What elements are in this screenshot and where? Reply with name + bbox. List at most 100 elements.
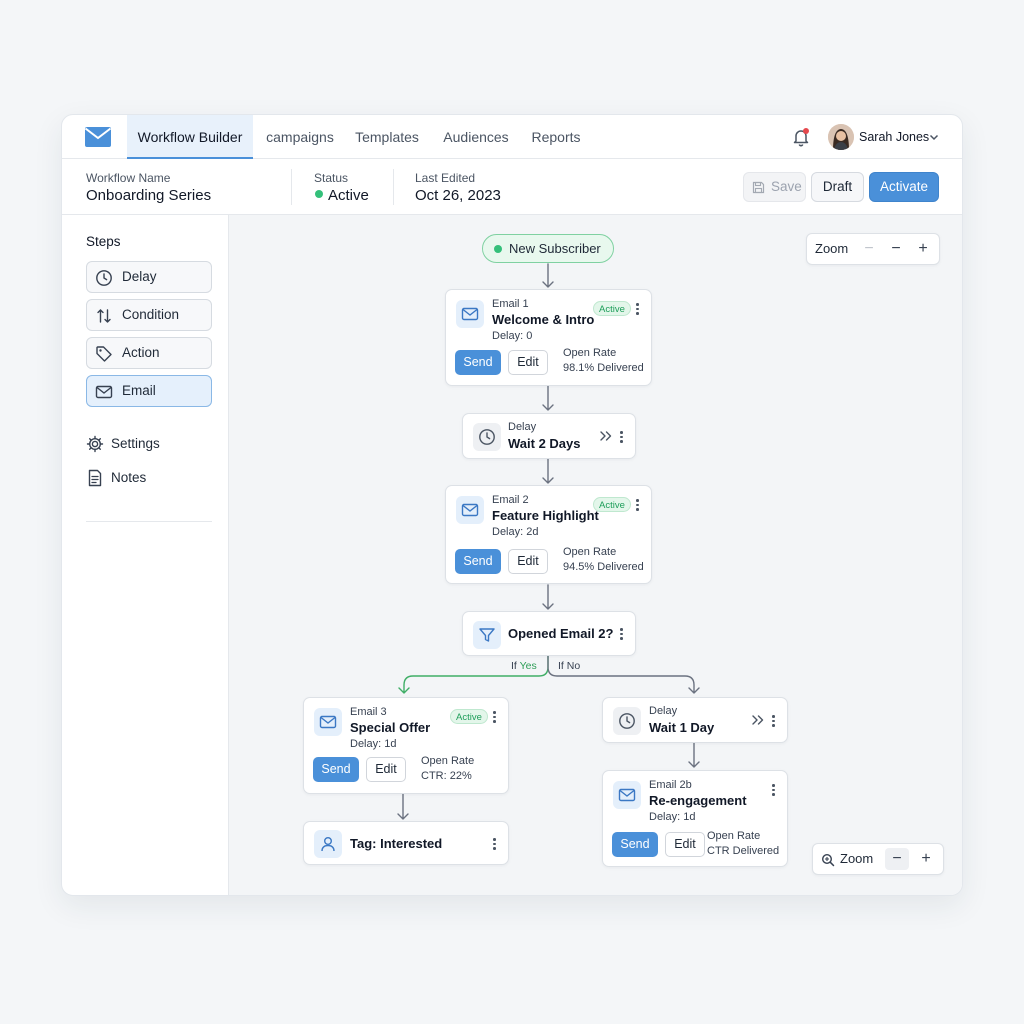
kebab-menu-icon[interactable]: [633, 498, 641, 512]
email-2-send-button[interactable]: Send: [455, 549, 501, 574]
step-condition-button[interactable]: Condition: [86, 299, 212, 331]
clock-icon: [96, 270, 112, 286]
tab-audiences[interactable]: Audiences: [438, 115, 514, 159]
zoom-in-button[interactable]: +: [914, 848, 938, 870]
email-1-stat-label: Open Rate: [563, 347, 617, 359]
delay-1-title: Wait 2 Days: [508, 436, 581, 451]
mail-icon: [314, 708, 342, 736]
email-2b-send-button[interactable]: Send: [612, 832, 658, 857]
email-2-card[interactable]: Email 2 Feature Highlight Delay: 2d Acti…: [445, 485, 652, 584]
tag-interested-card[interactable]: Tag: Interested: [303, 821, 509, 865]
tag-icon: [96, 346, 112, 362]
activate-button[interactable]: Activate: [869, 172, 939, 202]
zoom-minus-disabled-button[interactable]: −: [857, 238, 881, 260]
email-2-delay: Delay: 2d: [492, 526, 539, 538]
tab-reports[interactable]: Reports: [526, 115, 586, 159]
split-arrows-icon: [97, 309, 111, 323]
status-value: Active: [328, 187, 369, 204]
step-delay-label: Delay: [122, 269, 157, 284]
step-action-button[interactable]: Action: [86, 337, 212, 369]
filter-icon: [473, 621, 501, 649]
email-3-delay: Delay: 1d: [350, 738, 397, 750]
zoom-out-button[interactable]: −: [884, 238, 908, 260]
status-badge: Active: [593, 497, 631, 512]
notes-link[interactable]: Notes: [86, 466, 212, 490]
delay-1-card[interactable]: Delay Wait 2 Days: [462, 413, 636, 459]
status-label: Status: [314, 171, 349, 185]
zoom-in-button[interactable]: +: [911, 238, 935, 260]
draft-button[interactable]: Draft: [811, 172, 864, 202]
email-2b-delay: Delay: 1d: [649, 811, 696, 823]
chevron-down-icon[interactable]: [928, 131, 940, 143]
status-badge: Active: [593, 301, 631, 316]
zoom-out-button[interactable]: −: [885, 848, 909, 870]
trigger-dot-icon: [494, 245, 502, 253]
zoom-control-bottom: Zoom − +: [812, 843, 944, 875]
steps-sidebar: Steps Delay Condition Action Email Setti…: [62, 215, 229, 895]
branch-no-label: If No: [558, 660, 581, 672]
email-3-send-button[interactable]: Send: [313, 757, 359, 782]
email-2b-edit-button[interactable]: Edit: [665, 832, 705, 857]
tab-campaigns[interactable]: campaigns: [258, 115, 342, 159]
email-1-stat-value: 98.1% Delivered: [563, 362, 644, 374]
notes-icon: [88, 469, 102, 487]
step-condition-label: Condition: [122, 307, 180, 322]
steps-title: Steps: [86, 234, 121, 249]
kebab-menu-icon[interactable]: [769, 783, 777, 797]
email-1-send-button[interactable]: Send: [455, 350, 501, 375]
zoom-magnifier-icon: [821, 853, 835, 867]
delay-2-title: Wait 1 Day: [649, 720, 715, 735]
zoom-control-top: Zoom − − +: [806, 233, 940, 265]
step-action-label: Action: [122, 345, 160, 360]
app-window: Workflow Builder campaigns Templates Aud…: [61, 114, 963, 896]
email-3-card[interactable]: Email 3 Special Offer Delay: 1d Active S…: [303, 697, 509, 794]
kebab-menu-icon[interactable]: [490, 710, 498, 724]
avatar[interactable]: [828, 124, 854, 150]
user-icon: [314, 830, 342, 858]
save-button[interactable]: Save: [743, 172, 806, 202]
kebab-menu-icon[interactable]: [633, 302, 641, 316]
tab-templates[interactable]: Templates: [351, 115, 423, 159]
kebab-menu-icon[interactable]: [617, 430, 625, 444]
email-1-kind: Email 1: [492, 298, 529, 310]
clock-icon: [613, 707, 641, 735]
status-dot-icon: [315, 190, 323, 198]
email-2-stat-value: 94.5% Delivered: [563, 561, 644, 573]
mail-icon: [456, 300, 484, 328]
email-1-title: Welcome & Intro: [492, 312, 595, 327]
zoom-label: Zoom: [815, 241, 849, 256]
top-nav: Workflow Builder campaigns Templates Aud…: [62, 115, 962, 159]
email-3-kind: Email 3: [350, 706, 387, 718]
skip-forward-icon[interactable]: [599, 430, 613, 442]
email-2b-card[interactable]: Email 2b Re-engagement Delay: 1d Send Ed…: [602, 770, 788, 867]
step-email-button[interactable]: Email: [86, 375, 212, 407]
email-2-edit-button[interactable]: Edit: [508, 549, 548, 574]
kebab-menu-icon[interactable]: [490, 837, 498, 851]
condition-card[interactable]: Opened Email 2?: [462, 611, 636, 656]
email-3-title: Special Offer: [350, 720, 431, 735]
email-1-card[interactable]: Email 1 Welcome & Intro Delay: 0 Active …: [445, 289, 652, 386]
tag-title: Tag: Interested: [350, 836, 443, 851]
email-2-title: Feature Highlight: [492, 508, 599, 523]
email-3-edit-button[interactable]: Edit: [366, 757, 406, 782]
delay-2-kind: Delay: [649, 705, 678, 717]
bell-icon[interactable]: [790, 126, 812, 148]
delay-2-card[interactable]: Delay Wait 1 Day: [602, 697, 788, 743]
tab-workflow-builder[interactable]: Workflow Builder: [127, 115, 253, 159]
zoom-label: Zoom: [840, 851, 874, 866]
status-badge: Active: [450, 709, 488, 724]
user-name[interactable]: Sarah Jones: [859, 115, 929, 159]
skip-forward-icon[interactable]: [751, 714, 765, 726]
trigger-new-subscriber[interactable]: New Subscriber: [482, 234, 614, 263]
email-2-stat-label: Open Rate: [563, 546, 617, 558]
workflow-canvas[interactable]: New Subscriber Email 1 Welcome & Intro D…: [229, 215, 962, 895]
settings-link[interactable]: Settings: [86, 432, 212, 456]
workflow-name: Onboarding Series: [86, 187, 212, 204]
kebab-menu-icon[interactable]: [617, 627, 625, 641]
step-delay-button[interactable]: Delay: [86, 261, 212, 293]
email-1-edit-button[interactable]: Edit: [508, 350, 548, 375]
trigger-label: New Subscriber: [509, 241, 601, 256]
kebab-menu-icon[interactable]: [769, 714, 777, 728]
email-2b-kind: Email 2b: [649, 779, 692, 791]
mail-icon: [456, 496, 484, 524]
